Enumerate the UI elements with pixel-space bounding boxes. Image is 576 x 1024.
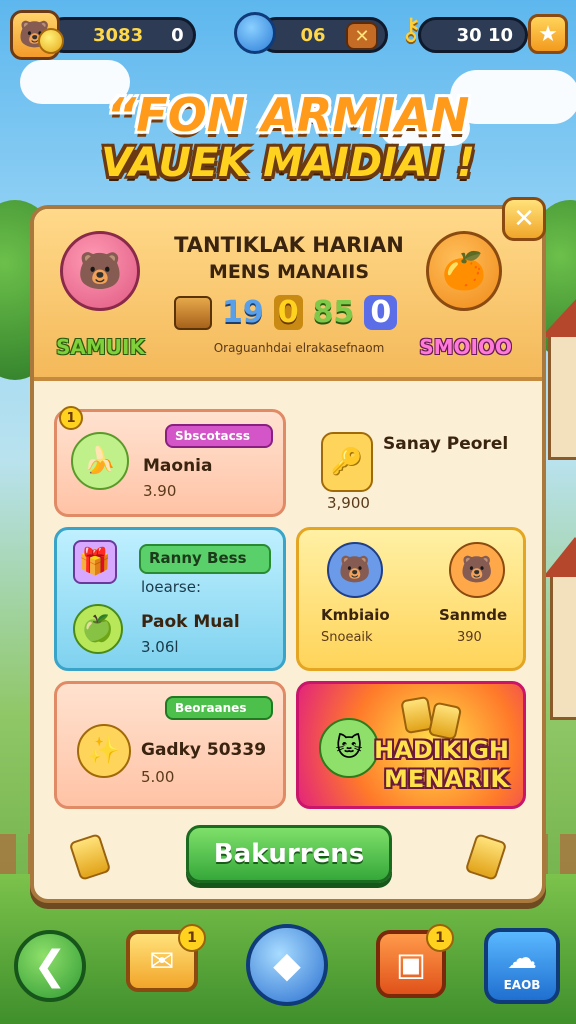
score-part-3: 85 [312, 295, 355, 330]
key-icon: ⚷ [400, 12, 422, 47]
key-value: 30 10 [456, 24, 513, 46]
home-button[interactable]: ◆ [246, 924, 328, 1006]
card-sublabel: loearse: [141, 578, 202, 596]
panel-subtitle: Oraguanhdai elrakasefnaom [213, 341, 385, 355]
card-right-value: 390 [457, 630, 482, 645]
reward-card-4[interactable]: 🐻 🐻 Kmbiaio Snoeaik Sanmde 390 [296, 527, 526, 671]
score-row: 19 0 85 0 [174, 295, 414, 330]
card-tag: Sbscotacss [165, 424, 273, 448]
card-badge: 1 [59, 406, 83, 430]
claim-button[interactable]: Bakurrens [186, 825, 392, 883]
cloud-icon: ☁ [507, 940, 537, 976]
envelope-icon: ✉ [149, 943, 175, 979]
orange-fruit-character: 🍊 [426, 231, 502, 311]
coin-counter[interactable]: 3083 0 [46, 17, 196, 53]
card-label: Paok Mual [141, 612, 240, 632]
gold-bar-icon [68, 833, 112, 881]
card-tag: Beoraanes [165, 696, 273, 720]
wand-icon: ✨ [77, 724, 131, 778]
special-reward-title: HADIKIGH MENARIK [374, 736, 509, 793]
gift-box-icon: 🎁 [73, 540, 117, 584]
card-left-label: Kmbiaio [321, 606, 390, 624]
card-label: Gadky 50339 [141, 740, 267, 760]
panel-close-button[interactable]: ✕ [502, 197, 546, 241]
score-part-1: 19 [222, 295, 264, 330]
banana-icon: 🍌 [71, 432, 129, 490]
card-value: 3.90 [143, 482, 177, 500]
coin-value-secondary: 0 [171, 24, 184, 46]
orange-bear-icon: 🐻 [449, 542, 505, 598]
panel-heading: TANTIKLAK HARIAN [174, 233, 404, 257]
key-reward-icon: 🔑 [321, 432, 373, 492]
right-character-name: SMOIOO [419, 335, 512, 359]
reward-card-2[interactable]: 🔑 Sanay Peorel 3,900 [304, 409, 526, 517]
title-line-2: VAUEK MAIDIAI ! [101, 140, 475, 186]
title-line-1: “FON ARMIAN [106, 88, 470, 142]
top-hud: 🐻 3083 0 06 ✕ ⚷ 30 10 ★ [8, 10, 568, 60]
daily-reward-panel: 🐻 🍊 TANTIKLAK HARIAN MENS MANAIIS 19 0 8… [30, 197, 546, 903]
gold-bar-icon [427, 701, 463, 741]
house [541, 297, 576, 460]
mail-badge: 1 [178, 924, 206, 952]
star-button[interactable]: ★ [528, 14, 568, 54]
reward-card-special[interactable]: 🐱 HADIKIGH MENARIK [296, 681, 526, 809]
reward-card-5[interactable]: ✨ Beoraanes Gadky 50339 5.00 [54, 681, 286, 809]
card-value: 3.06l [141, 638, 179, 656]
reward-card-1[interactable]: 1 🍌 Sbscotacss Maonia 3.90 [54, 406, 286, 517]
house [543, 537, 576, 720]
coin-value: 3083 [93, 24, 144, 46]
apple-icon: 🍏 [73, 604, 123, 654]
coin-icon [38, 28, 64, 54]
arrow-left-icon: ❮ [33, 943, 67, 989]
score-part-4: 0 [364, 295, 398, 330]
chest-icon [174, 295, 212, 330]
card-value: 3,900 [327, 494, 370, 512]
card-label: Sanay Peorel [383, 434, 509, 454]
back-button[interactable]: ❮ [14, 930, 86, 1002]
inventory-badge: 1 [426, 924, 454, 952]
card-left-value: Snoeaik [321, 630, 373, 645]
card-tag: Ranny Bess [139, 544, 271, 574]
left-character-name: SAMUIK [56, 335, 145, 359]
panel-subheading: MENS MANAIIS [208, 261, 370, 283]
cat-character-icon: 🐱 [319, 718, 379, 778]
box-icon: ▣ [395, 945, 427, 983]
panel-header: 🐻 🍊 TANTIKLAK HARIAN MENS MANAIIS 19 0 8… [34, 209, 542, 381]
crystal-icon: ◆ [273, 944, 301, 986]
card-label: Maonia [143, 456, 213, 476]
gem-value: 06 [300, 24, 326, 46]
blue-bear-icon: 🐻 [327, 542, 383, 598]
cloud-label: EAOB [503, 977, 541, 992]
reward-card-3[interactable]: Ranny Bess 🎁 loearse: 🍏 Paok Mual 3.06l [54, 527, 286, 671]
cloud-button[interactable]: ☁ EAOB [484, 928, 560, 1004]
score-part-2: 0 [273, 295, 303, 330]
gem-icon [234, 12, 276, 54]
pink-bear-character: 🐻 [60, 231, 140, 311]
gold-bar-icon [464, 833, 508, 881]
card-right-label: Sanmde [439, 606, 508, 624]
card-value: 5.00 [141, 768, 175, 786]
gem-close-button[interactable]: ✕ [346, 22, 378, 50]
